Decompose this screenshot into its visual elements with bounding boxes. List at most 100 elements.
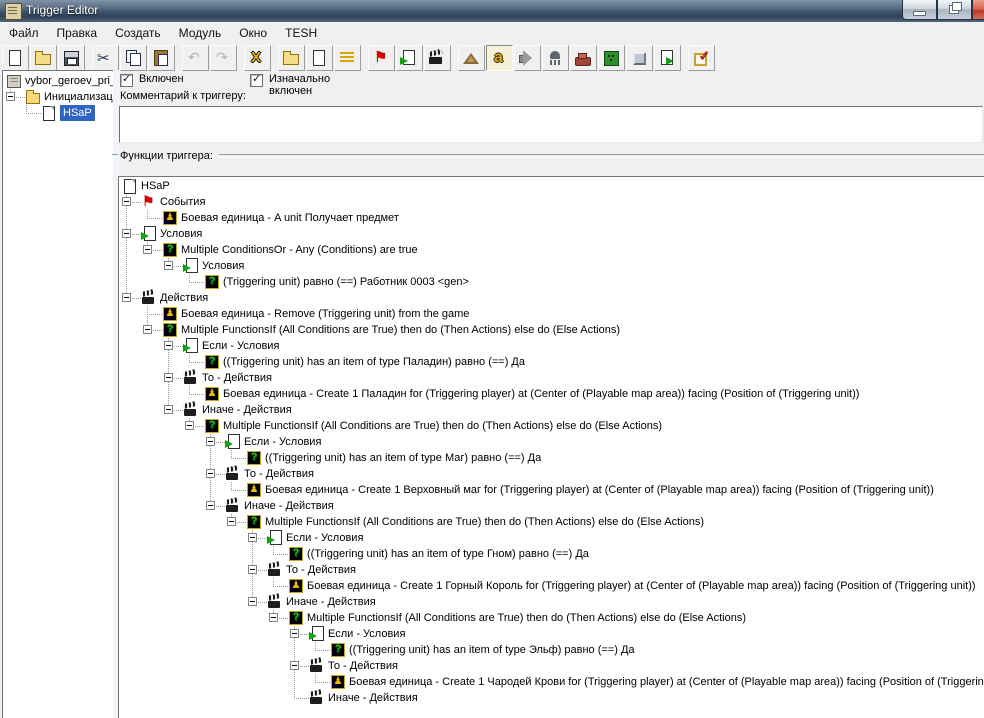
menu-window[interactable]: Окно xyxy=(230,24,276,42)
function-row[interactable]: HSaP xyxy=(119,178,984,194)
function-row[interactable]: То - Действия xyxy=(119,466,984,482)
function-row[interactable]: Действия xyxy=(119,290,984,306)
function-row[interactable]: (Triggering unit) равно (==) Работник 00… xyxy=(119,274,984,290)
act-icon xyxy=(225,498,241,514)
delete-button[interactable] xyxy=(244,45,271,71)
function-row[interactable]: Если - Условия xyxy=(119,434,984,450)
menu-edit[interactable]: Правка xyxy=(48,24,107,42)
titlebar[interactable]: Trigger Editor xyxy=(0,0,984,23)
function-row[interactable]: Multiple FunctionsIf (All Conditions are… xyxy=(119,610,984,626)
terrain-editor-button[interactable] xyxy=(458,45,485,71)
new-button[interactable] xyxy=(2,45,29,71)
expand-toggle[interactable] xyxy=(143,245,152,254)
function-row[interactable]: Боевая единица - A unit Получает предмет xyxy=(119,210,984,226)
function-row[interactable]: Боевая единица - Create 1 Паладин for (T… xyxy=(119,386,984,402)
function-row[interactable]: Multiple ConditionsOr - Any (Conditions)… xyxy=(119,242,984,258)
function-row[interactable]: Если - Условия xyxy=(119,530,984,546)
function-row[interactable]: ((Triggering unit) has an item of type П… xyxy=(119,354,984,370)
expand-toggle[interactable] xyxy=(248,565,257,574)
speaker-icon xyxy=(518,49,536,67)
function-row[interactable]: ((Triggering unit) has an item of type Э… xyxy=(119,642,984,658)
expand-toggle[interactable] xyxy=(164,341,173,350)
new-event-button[interactable] xyxy=(368,45,395,71)
trigger-editor-button[interactable] xyxy=(486,45,513,71)
function-row[interactable]: События xyxy=(119,193,984,210)
new-action-button[interactable] xyxy=(424,45,451,71)
expand-toggle[interactable] xyxy=(6,92,15,101)
menu-file[interactable]: Файл xyxy=(0,24,48,42)
function-row[interactable]: Иначе - Действия xyxy=(119,498,984,514)
expand-toggle[interactable] xyxy=(122,293,131,302)
trigger-comment-input[interactable] xyxy=(119,106,983,143)
new-condition-button[interactable] xyxy=(396,45,423,71)
close-button[interactable] xyxy=(972,0,984,20)
object-editor-button[interactable] xyxy=(542,45,569,71)
trigger-list-item[interactable]: vybor_geroev_pri_ xyxy=(3,73,113,89)
new-trigger-button[interactable] xyxy=(306,45,333,71)
function-row[interactable]: Multiple FunctionsIf (All Conditions are… xyxy=(119,514,984,530)
function-row[interactable]: Условия xyxy=(119,258,984,274)
function-row[interactable]: Боевая единица - Create 1 Верховный маг … xyxy=(119,482,984,498)
initially-on-checkbox[interactable]: ✓ xyxy=(250,73,263,87)
minimize-button[interactable] xyxy=(902,0,937,20)
expand-toggle[interactable] xyxy=(248,597,257,606)
trigger-list-item[interactable]: HSaP xyxy=(3,105,113,121)
new-comment-button[interactable] xyxy=(334,45,361,71)
trigger-list-panel[interactable]: vybor_geroev_pri_ Инициализация HSaP xyxy=(2,70,114,718)
enabled-checkbox[interactable]: ✓ xyxy=(120,73,133,87)
expand-toggle[interactable] xyxy=(164,373,173,382)
open-button[interactable] xyxy=(30,45,57,71)
function-row[interactable]: Иначе - Действия xyxy=(119,690,984,706)
ai-editor-button[interactable] xyxy=(598,45,625,71)
undo-button[interactable] xyxy=(182,45,209,71)
expand-toggle[interactable] xyxy=(248,533,257,542)
expand-toggle[interactable] xyxy=(164,261,173,270)
expand-toggle[interactable] xyxy=(122,229,131,238)
act-icon xyxy=(183,370,199,386)
import-manager-button[interactable] xyxy=(654,45,681,71)
menu-module[interactable]: Модуль xyxy=(170,24,231,42)
expand-toggle[interactable] xyxy=(143,325,152,334)
function-row-label: Боевая единица - Create 1 Чародей Крови … xyxy=(349,676,984,688)
object-manager-button[interactable] xyxy=(626,45,653,71)
expand-toggle[interactable] xyxy=(206,501,215,510)
sound-editor-button[interactable] xyxy=(514,45,541,71)
redo-button[interactable] xyxy=(210,45,237,71)
function-row[interactable]: Боевая единица - Create 1 Горный Король … xyxy=(119,578,984,594)
function-row[interactable]: Если - Условия xyxy=(119,338,984,354)
test-map-button[interactable] xyxy=(688,45,715,71)
expand-toggle[interactable] xyxy=(269,613,278,622)
expand-toggle[interactable] xyxy=(290,629,299,638)
trigger-list-item[interactable]: Инициализация xyxy=(3,89,113,105)
save-button[interactable] xyxy=(58,45,85,71)
function-row[interactable]: Условия xyxy=(119,226,984,242)
paste-button[interactable] xyxy=(148,45,175,71)
copy-button[interactable] xyxy=(120,45,147,71)
expand-toggle[interactable] xyxy=(122,197,131,206)
new-category-button[interactable] xyxy=(278,45,305,71)
function-row[interactable]: Иначе - Действия xyxy=(119,402,984,418)
expand-toggle[interactable] xyxy=(206,437,215,446)
cut-button[interactable] xyxy=(92,45,119,71)
function-row[interactable]: Иначе - Действия xyxy=(119,594,984,610)
expand-toggle[interactable] xyxy=(185,421,194,430)
function-row[interactable]: Если - Условия xyxy=(119,626,984,642)
expand-toggle[interactable] xyxy=(227,517,236,526)
function-row[interactable]: Multiple FunctionsIf (All Conditions are… xyxy=(119,418,984,434)
function-row[interactable]: Боевая единица - Create 1 Чародей Крови … xyxy=(119,674,984,690)
functions-tree-panel[interactable]: HSaP События Боевая единица - A unit Получ… xyxy=(118,176,984,718)
function-row[interactable]: То - Действия xyxy=(119,370,984,386)
function-row[interactable]: Боевая единица - Remove (Triggering unit… xyxy=(119,306,984,322)
function-row[interactable]: То - Действия xyxy=(119,658,984,674)
expand-toggle[interactable] xyxy=(206,469,215,478)
menu-tesh[interactable]: TESH xyxy=(276,24,326,42)
menu-create[interactable]: Создать xyxy=(106,24,170,42)
function-row[interactable]: Multiple FunctionsIf (All Conditions are… xyxy=(119,322,984,338)
function-row[interactable]: То - Действия xyxy=(119,562,984,578)
expand-toggle[interactable] xyxy=(290,661,299,670)
campaign-editor-button[interactable] xyxy=(570,45,597,71)
function-row[interactable]: ((Triggering unit) has an item of type Г… xyxy=(119,546,984,562)
restore-button[interactable] xyxy=(937,0,972,20)
expand-toggle[interactable] xyxy=(164,405,173,414)
function-row[interactable]: ((Triggering unit) has an item of type М… xyxy=(119,450,984,466)
